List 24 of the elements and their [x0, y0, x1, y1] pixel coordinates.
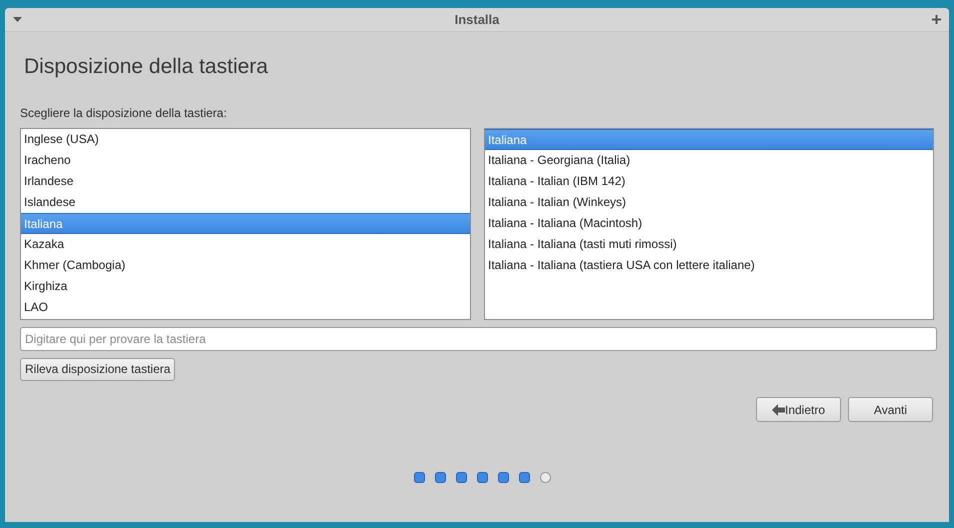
- caret-icon[interactable]: [13, 17, 22, 22]
- page-heading: Disposizione della tastiera: [24, 54, 269, 80]
- list-item[interactable]: Italiana - Italiana (tasti muti rimossi): [485, 234, 933, 255]
- list-item[interactable]: Islandese: [21, 192, 470, 213]
- list-item[interactable]: Italiana - Georgiana (Italia): [485, 150, 933, 171]
- window-title: Installa: [454, 10, 500, 29]
- detect-layout-button[interactable]: Rileva disposizione tastiera: [20, 358, 176, 380]
- plus-icon[interactable]: [932, 15, 941, 24]
- back-button[interactable]: Indietro: [756, 397, 841, 422]
- next-button[interactable]: Avanti: [848, 397, 933, 422]
- list-item[interactable]: Inglese (USA): [21, 129, 470, 150]
- list-item[interactable]: Italiana - Italian (Winkeys): [485, 192, 933, 213]
- prompt-label: Scegliere la disposizione della tastiera:: [20, 105, 228, 121]
- list-item[interactable]: Irlandese: [21, 171, 470, 192]
- left-arrow-icon: [772, 404, 785, 416]
- list-item[interactable]: Italiana - Italiana (tastiera USA con lettere italiane): [485, 255, 933, 276]
- list-item[interactable]: Kazaka: [21, 234, 470, 255]
- list-item[interactable]: Italiana - Italian (IBM 142): [485, 171, 933, 192]
- list-item[interactable]: Iracheno: [21, 150, 470, 171]
- list-item[interactable]: Khmer (Cambogia): [21, 255, 470, 276]
- list-item[interactable]: Italiana - Italiana (Macintosh): [485, 213, 933, 234]
- list-item[interactable]: Kirghiza: [21, 276, 470, 297]
- list-item[interactable]: LAO: [21, 297, 470, 318]
- test-input-field[interactable]: Digitare qui per provare la tastiera: [20, 327, 937, 351]
